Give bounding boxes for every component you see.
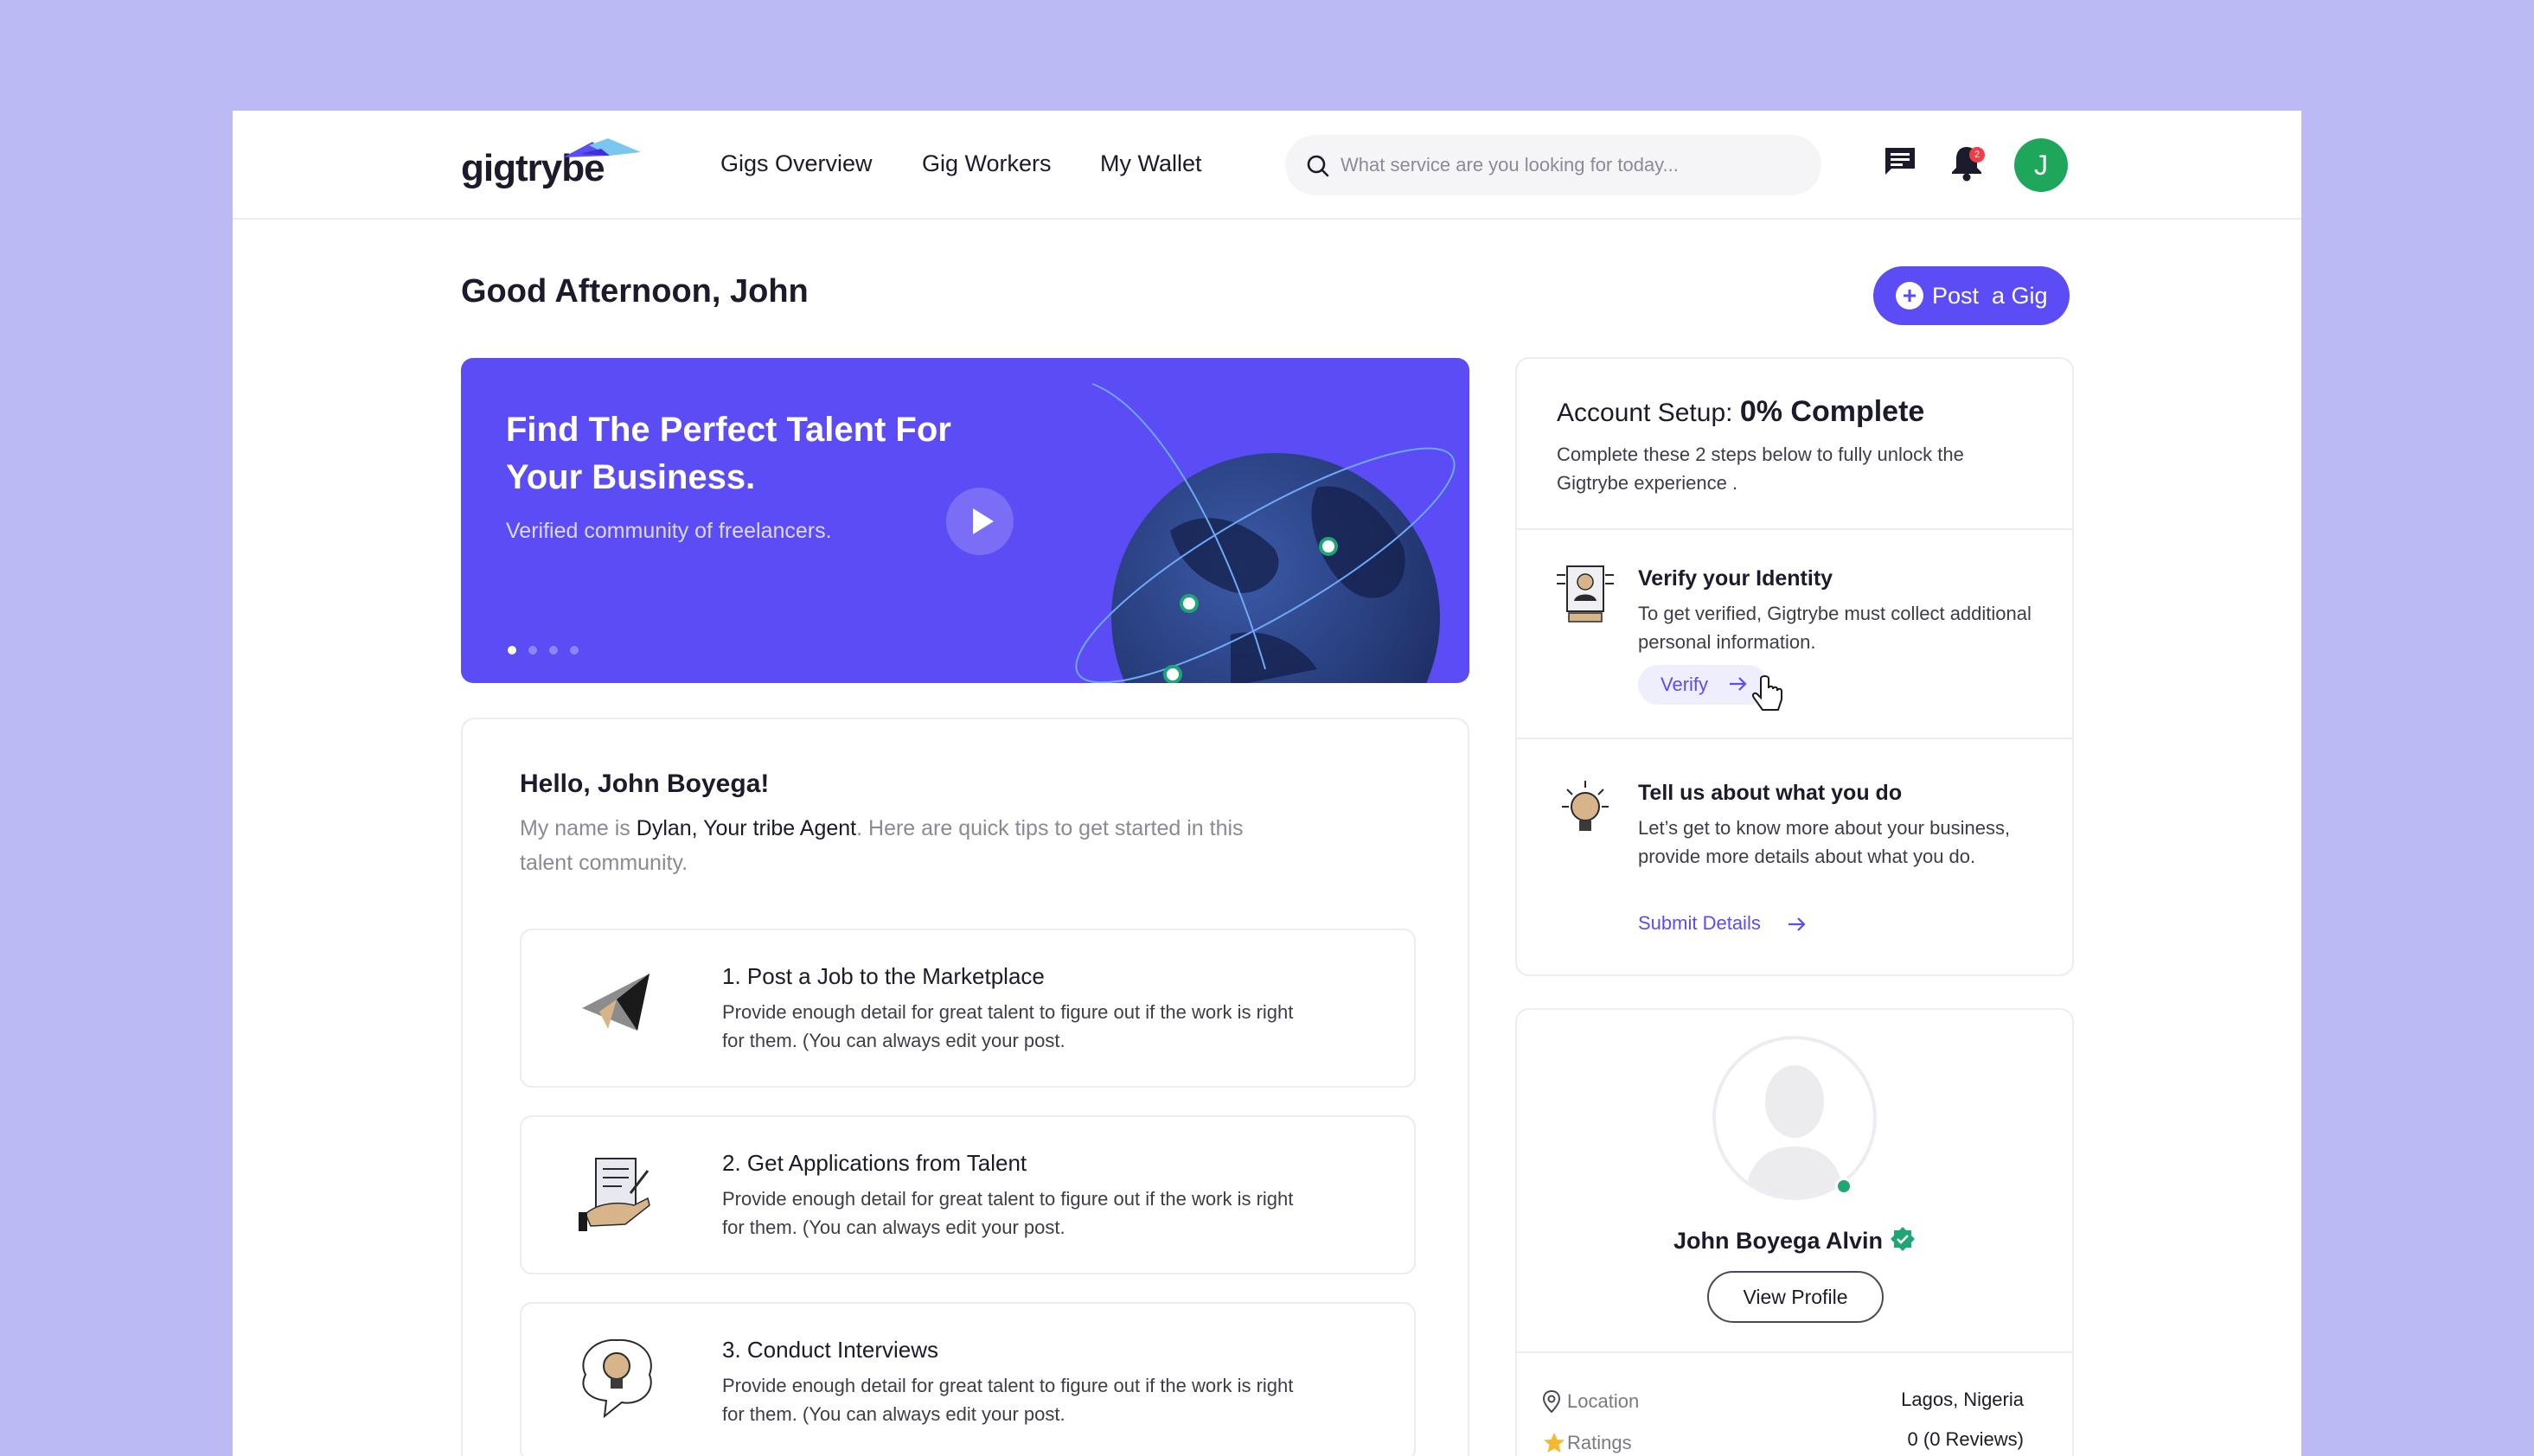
ratings-row: Ratings — [1544, 1432, 1632, 1454]
search-icon[interactable] — [1306, 154, 1330, 178]
tip-description: Provide enough detail for great talent t… — [722, 1375, 1294, 1425]
tip-description: Provide enough detail for great talent t… — [722, 1001, 1294, 1051]
profile-card: John Boyega Alvin View Profile Location … — [1515, 1008, 2074, 1456]
plus-icon: + — [1896, 282, 1923, 310]
post-gig-label: Post a Gig — [1932, 283, 2048, 309]
view-profile-button[interactable]: View Profile — [1707, 1271, 1884, 1323]
message-icon[interactable] — [1883, 145, 1917, 178]
divider — [1517, 738, 2072, 739]
verify-identity-title: Verify your Identity — [1638, 566, 1833, 591]
banner-subtitle: Verified community of freelancers. — [506, 519, 832, 543]
notification-badge: 2 — [1969, 147, 1985, 163]
gigtrybe-logo[interactable]: gigtrybe — [461, 137, 651, 197]
carousel-dots — [508, 643, 591, 659]
profile-name: John Boyega Alvin — [1673, 1228, 1884, 1254]
setup-percent: 0% Complete — [1739, 395, 1925, 428]
star-icon — [1544, 1433, 1565, 1453]
submit-details-label: Submit Details — [1638, 912, 1761, 934]
arrow-right-icon — [1730, 677, 1747, 691]
nav-gig-workers[interactable]: Gig Workers — [922, 150, 1052, 177]
tip-title: 1. Post a Job to the Marketplace — [722, 963, 1045, 989]
lightbulb-speech-icon — [582, 1338, 652, 1419]
nav-gigs-overview[interactable]: Gigs Overview — [720, 150, 873, 177]
paper-plane-icon — [582, 974, 649, 1031]
carousel-dot[interactable] — [549, 646, 558, 655]
profile-photo[interactable] — [1712, 1036, 1877, 1200]
hand-cursor-icon — [1751, 675, 1782, 711]
carousel-dot[interactable] — [570, 646, 579, 655]
tips-hello: Hello, John Boyega! — [520, 770, 770, 798]
setup-heading: Account Setup: 0% Complete — [1557, 395, 1924, 429]
setup-subtitle: Complete these 2 steps below to fully un… — [1557, 444, 1964, 494]
top-header: gigtrybe Gigs Overview Gig Workers My Wa… — [233, 111, 2301, 220]
globe-illustration — [1075, 383, 1456, 683]
location-label: Location — [1567, 1390, 1640, 1412]
hero-banner: Find The Perfect Talent For Your Busines… — [461, 358, 1469, 683]
account-setup-card: Account Setup: 0% Complete Complete thes… — [1515, 357, 2074, 976]
divider — [1517, 528, 2072, 530]
verified-badge-icon — [1891, 1227, 1916, 1251]
tips-card: Hello, John Boyega! My name is Dylan, Yo… — [461, 718, 1469, 1456]
ratings-label: Ratings — [1567, 1432, 1632, 1453]
tell-us-title: Tell us about what you do — [1638, 781, 1903, 805]
profile-name-row: John Boyega Alvin — [1517, 1226, 2072, 1255]
verify-button[interactable]: Verify — [1638, 665, 1768, 705]
location-value: Lagos, Nigeria — [1901, 1389, 2024, 1410]
post-gig-button[interactable]: + Post a Gig — [1873, 266, 2070, 325]
verify-label: Verify — [1661, 674, 1709, 695]
nav-my-wallet[interactable]: My Wallet — [1100, 150, 1202, 177]
search-bar — [1285, 135, 1821, 195]
setup-label: Account Setup: — [1557, 399, 1740, 427]
tip-title: 3. Conduct Interviews — [722, 1337, 939, 1363]
tips-intro: My name is Dylan, Your tribe Agent. Here… — [520, 811, 1289, 880]
verify-identity-desc: To get verified, Gigtrybe must collect a… — [1638, 603, 2032, 653]
user-silhouette-icon — [1744, 1065, 1846, 1197]
divider — [1517, 1351, 2072, 1353]
identity-id-icon — [1557, 565, 1614, 623]
search-input[interactable] — [1341, 135, 1790, 195]
ratings-value: 0 (0 Reviews) — [1907, 1428, 2024, 1450]
tip-item[interactable]: 1. Post a Job to the Marketplace Provide… — [520, 929, 1416, 1088]
app-window: gigtrybe Gigs Overview Gig Workers My Wa… — [233, 111, 2301, 1456]
location-row: Location — [1543, 1390, 1640, 1413]
tips-intro-prefix: My name is — [520, 816, 637, 840]
agent-name: Dylan, Your tribe Agent — [636, 816, 857, 840]
logo-wing-icon — [563, 138, 641, 157]
lightbulb-icon — [1562, 781, 1609, 831]
page-greeting: Good Afternoon, John — [461, 273, 809, 310]
carousel-dot[interactable] — [528, 646, 537, 655]
submit-details-link[interactable]: Submit Details — [1638, 912, 1806, 935]
tell-us-desc: Let’s get to know more about your busine… — [1638, 817, 2011, 867]
application-document-icon — [579, 1158, 650, 1231]
tip-description: Provide enough detail for great talent t… — [722, 1188, 1294, 1238]
location-pin-icon — [1543, 1390, 1560, 1413]
arrow-right-icon — [1789, 917, 1806, 931]
tip-item[interactable]: 2. Get Applications from Talent Provide … — [520, 1115, 1416, 1274]
banner-title: Find The Perfect Talent For Your Busines… — [506, 411, 951, 496]
user-avatar[interactable]: J — [2014, 138, 2068, 192]
online-status-indicator — [1835, 1178, 1853, 1195]
tip-item[interactable]: 3. Conduct Interviews Provide enough det… — [520, 1302, 1416, 1456]
play-video-icon[interactable] — [946, 488, 1014, 555]
tip-title: 2. Get Applications from Talent — [722, 1150, 1027, 1176]
carousel-dot[interactable] — [508, 646, 516, 655]
